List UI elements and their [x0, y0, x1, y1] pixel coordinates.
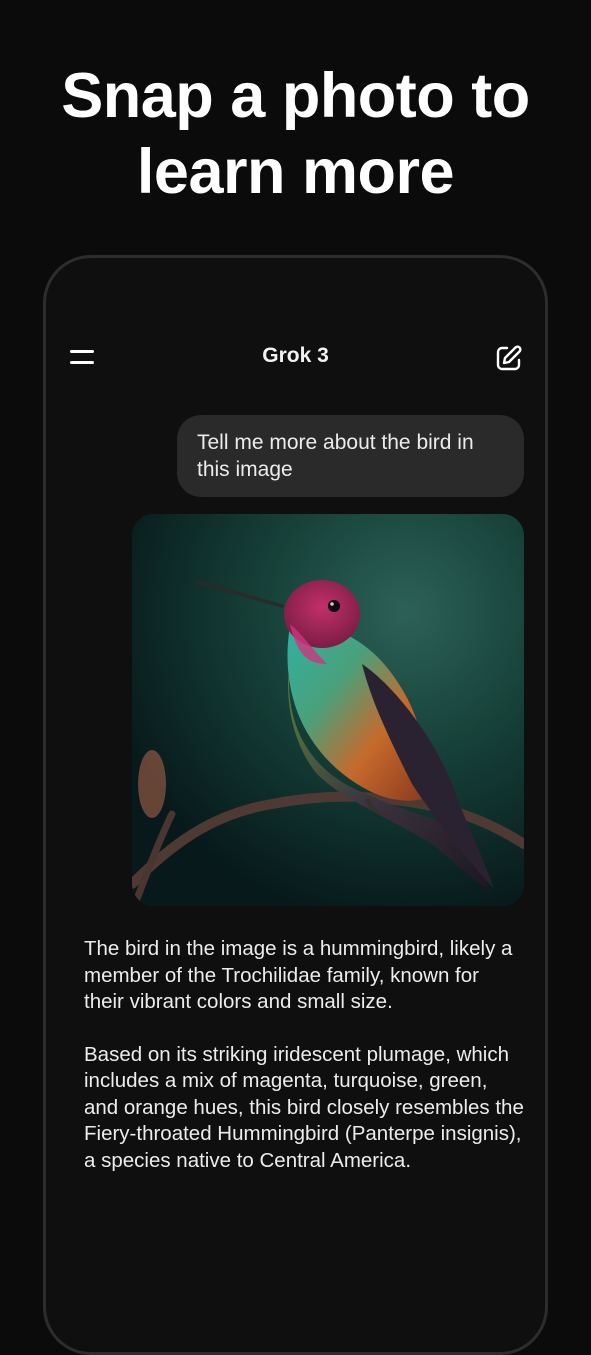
uploaded-bird-photo[interactable] — [132, 514, 524, 906]
app-bar: Grok 3 — [46, 336, 545, 380]
phone-screen: Grok 3 Tell me more about the bird in th… — [46, 258, 545, 1352]
phone-mockup: Grok 3 Tell me more about the bird in th… — [43, 255, 548, 1355]
app-title: Grok 3 — [262, 344, 329, 367]
headline-line-2: learn more — [136, 137, 455, 207]
response-paragraph-1: The bird in the image is a hummingbird, … — [84, 937, 513, 1013]
headline-line-1: Snap a photo to — [61, 61, 530, 131]
assistant-response: The bird in the image is a hummingbird, … — [84, 936, 524, 1200]
user-message-bubble: Tell me more about the bird in this imag… — [177, 415, 524, 497]
response-paragraph-2: Based on its striking iridescent plumage… — [84, 1042, 524, 1172]
promo-headline: Snap a photo to learn more — [0, 58, 591, 210]
edit-compose-icon[interactable] — [493, 342, 525, 374]
